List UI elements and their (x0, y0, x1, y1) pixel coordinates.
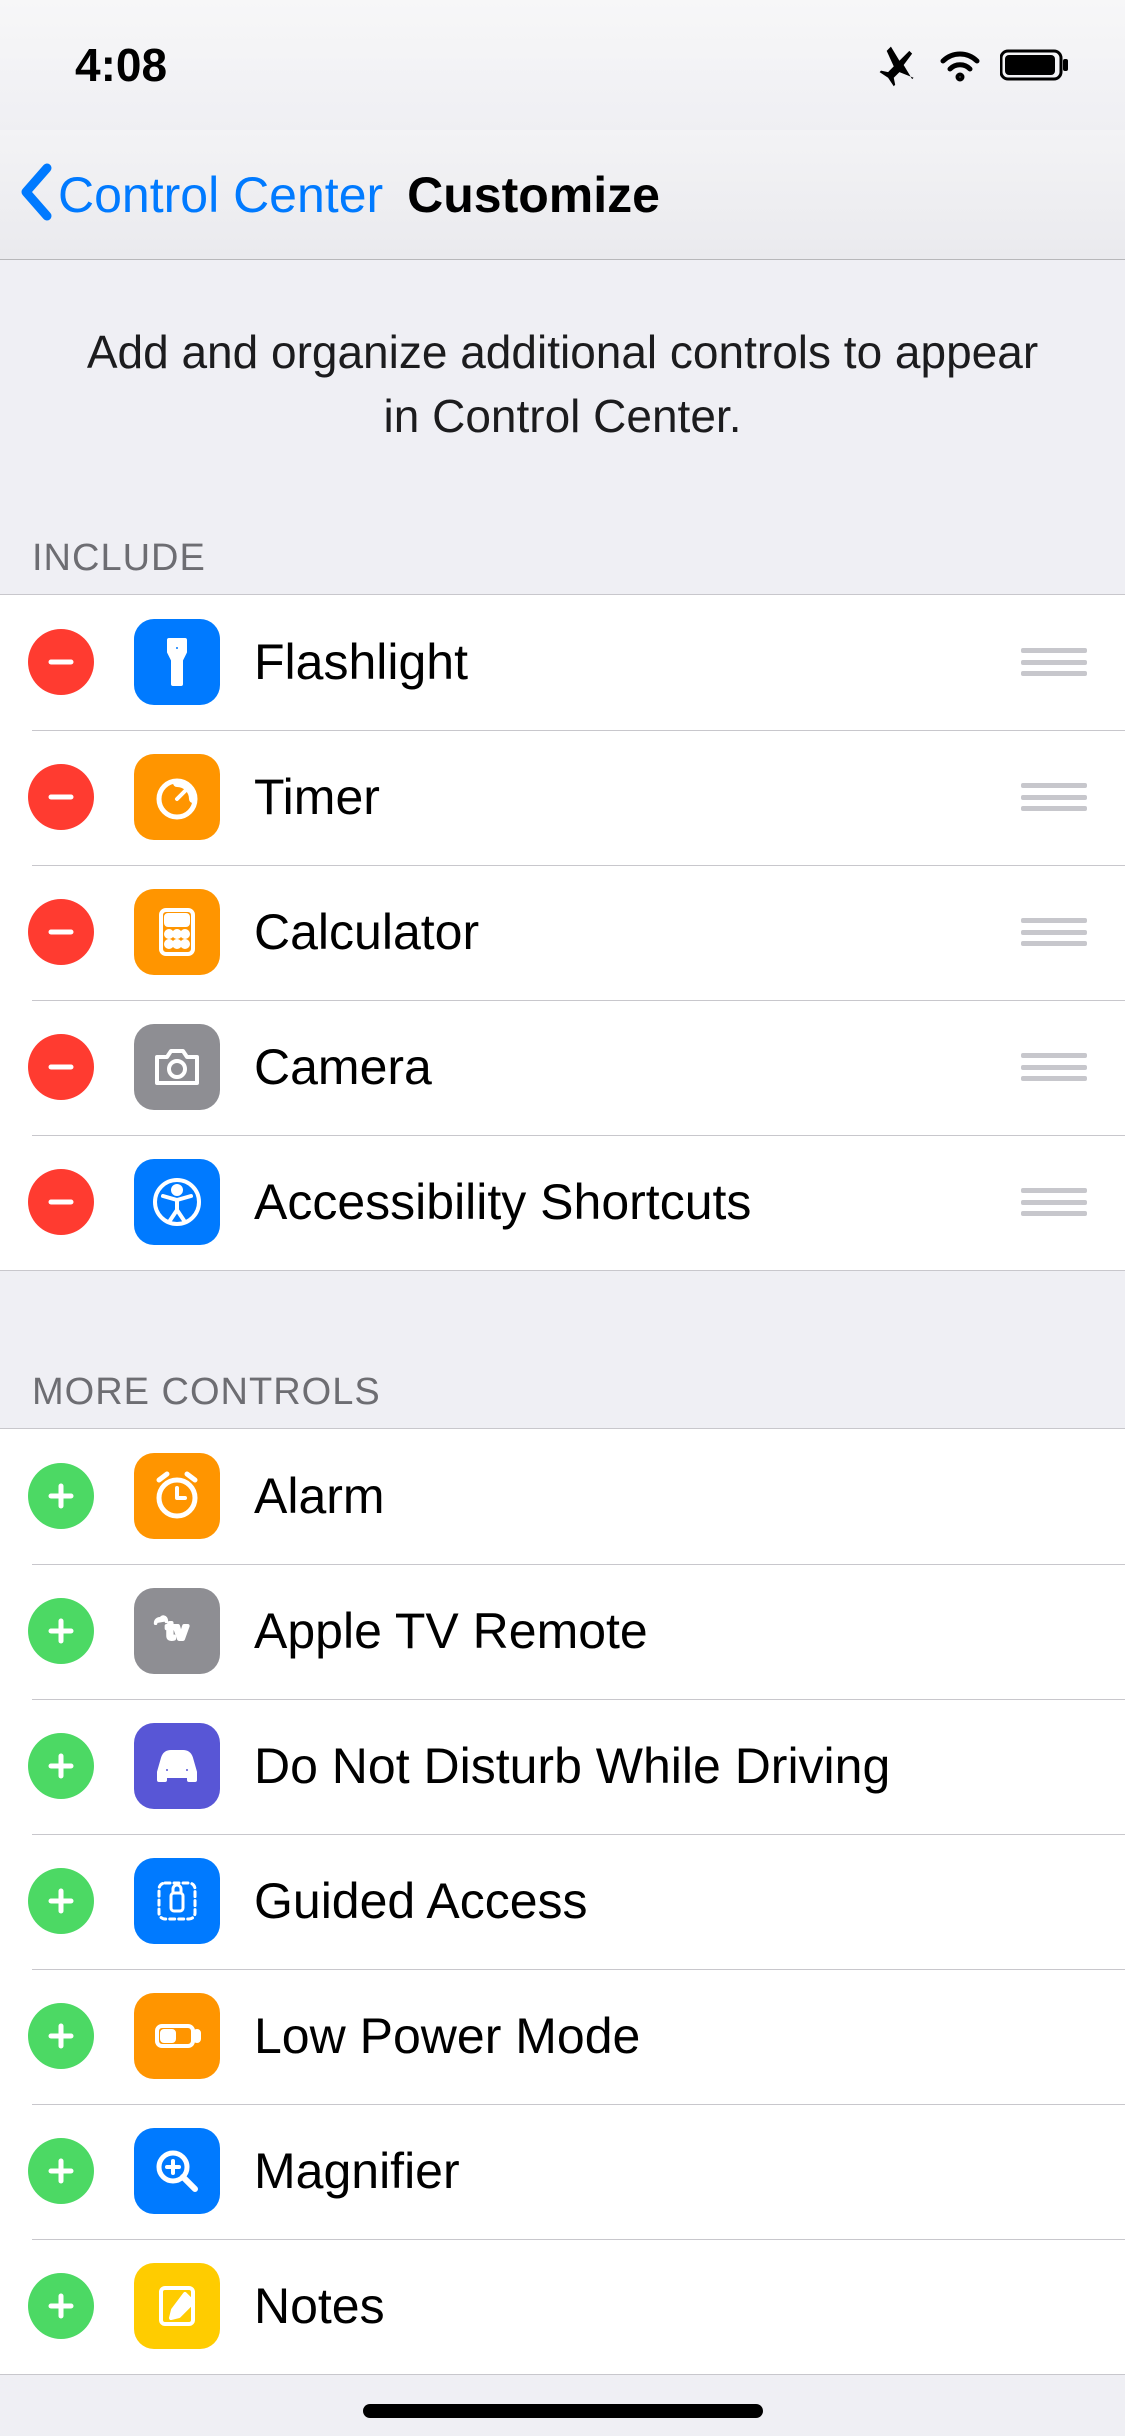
description-text: Add and organize additional controls to … (0, 260, 1125, 509)
row-accessibility-shortcuts: Accessibility Shortcuts (0, 1135, 1125, 1270)
row-camera: Camera (0, 1000, 1125, 1135)
status-icons (876, 43, 1070, 87)
row-label-low-power-mode: Low Power Mode (254, 2007, 1097, 2065)
row-label-flashlight: Flashlight (254, 633, 1021, 691)
row-label-alarm: Alarm (254, 1467, 1097, 1525)
alarm-icon (134, 1453, 220, 1539)
section-header-include: INCLUDE (0, 509, 1125, 594)
drag-handle-flashlight[interactable] (1021, 648, 1087, 676)
add-button-low-power-mode[interactable] (28, 2003, 94, 2069)
drag-handle-timer[interactable] (1021, 783, 1087, 811)
row-label-timer: Timer (254, 768, 1021, 826)
row-dnd-driving: Do Not Disturb While Driving (0, 1699, 1125, 1834)
battery-icon (1000, 48, 1070, 82)
row-label-apple-tv-remote: Apple TV Remote (254, 1602, 1097, 1660)
battery-icon (134, 1993, 220, 2079)
row-calculator: Calculator (0, 865, 1125, 1000)
guided-icon (134, 1858, 220, 1944)
remove-button-flashlight[interactable] (28, 629, 94, 695)
nav-bar: Control Center Customize (0, 130, 1125, 260)
car-icon (134, 1723, 220, 1809)
chevron-left-icon (16, 162, 54, 227)
wifi-icon (938, 47, 982, 83)
page-title: Customize (407, 166, 660, 224)
airplane-mode-icon (876, 43, 920, 87)
row-apple-tv-remote: Apple TV Remote (0, 1564, 1125, 1699)
row-alarm: Alarm (0, 1429, 1125, 1564)
row-guided-access: Guided Access (0, 1834, 1125, 1969)
magnifier-icon (134, 2128, 220, 2214)
row-timer: Timer (0, 730, 1125, 865)
notes-icon (134, 2263, 220, 2349)
add-button-guided-access[interactable] (28, 1868, 94, 1934)
row-label-camera: Camera (254, 1038, 1021, 1096)
include-list: Flashlight Timer Calculator Camera Accessibi… (0, 594, 1125, 1271)
add-button-magnifier[interactable] (28, 2138, 94, 2204)
back-button[interactable]: Control Center (16, 162, 383, 227)
add-button-apple-tv-remote[interactable] (28, 1598, 94, 1664)
accessibility-icon (134, 1159, 220, 1245)
row-flashlight: Flashlight (0, 595, 1125, 730)
row-label-calculator: Calculator (254, 903, 1021, 961)
row-label-guided-access: Guided Access (254, 1872, 1097, 1930)
add-button-dnd-driving[interactable] (28, 1733, 94, 1799)
status-bar: 4:08 (0, 0, 1125, 130)
row-label-magnifier: Magnifier (254, 2142, 1097, 2200)
drag-handle-accessibility-shortcuts[interactable] (1021, 1188, 1087, 1216)
row-label-accessibility-shortcuts: Accessibility Shortcuts (254, 1173, 1021, 1231)
remove-button-calculator[interactable] (28, 899, 94, 965)
drag-handle-camera[interactable] (1021, 1053, 1087, 1081)
remove-button-accessibility-shortcuts[interactable] (28, 1169, 94, 1235)
remove-button-camera[interactable] (28, 1034, 94, 1100)
status-time: 4:08 (75, 38, 167, 92)
more-list: Alarm Apple TV Remote Do Not Disturb While… (0, 1428, 1125, 2375)
home-indicator[interactable] (363, 2404, 763, 2418)
remove-button-timer[interactable] (28, 764, 94, 830)
add-button-notes[interactable] (28, 2273, 94, 2339)
appletv-icon (134, 1588, 220, 1674)
calculator-icon (134, 889, 220, 975)
row-magnifier: Magnifier (0, 2104, 1125, 2239)
add-button-alarm[interactable] (28, 1463, 94, 1529)
flashlight-icon (134, 619, 220, 705)
timer-icon (134, 754, 220, 840)
camera-icon (134, 1024, 220, 1110)
section-header-more: MORE CONTROLS (0, 1271, 1125, 1428)
back-button-label: Control Center (58, 166, 383, 224)
row-label-dnd-driving: Do Not Disturb While Driving (254, 1737, 1097, 1795)
drag-handle-calculator[interactable] (1021, 918, 1087, 946)
row-low-power-mode: Low Power Mode (0, 1969, 1125, 2104)
row-label-notes: Notes (254, 2277, 1097, 2335)
row-notes: Notes (0, 2239, 1125, 2374)
